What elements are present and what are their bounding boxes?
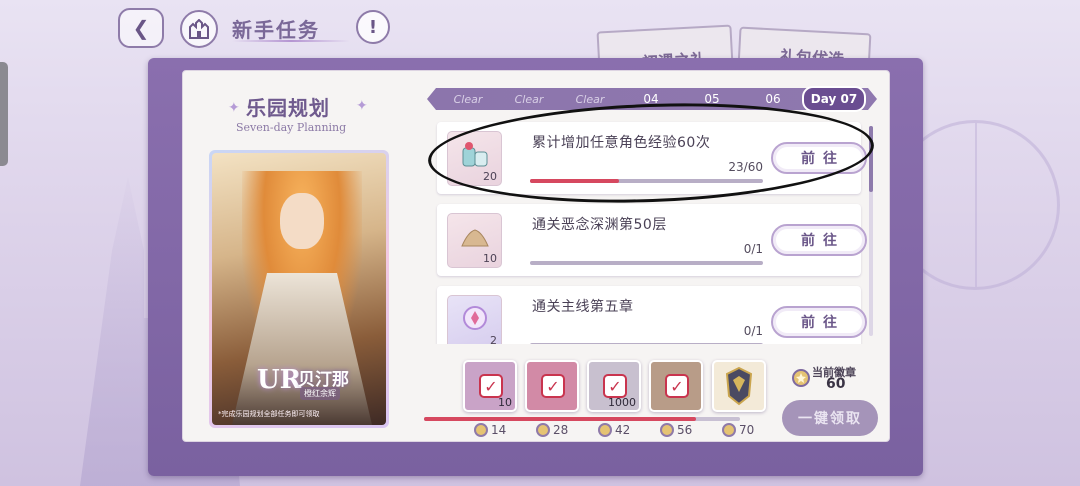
task-scrollbar[interactable] [869, 126, 873, 336]
milestone-marker: 28 [536, 423, 568, 437]
task-progress-count: 0/1 [743, 324, 763, 338]
exp-potion-icon [462, 142, 488, 167]
ticket-icon: ✓ [479, 374, 503, 398]
task-progress-count: 0/1 [743, 242, 763, 256]
go-button[interactable]: 前往 [771, 142, 867, 174]
tab-day-03[interactable]: Clear [560, 88, 620, 110]
task-reward-item[interactable]: 2 [447, 295, 502, 344]
reward-quantity: 20 [483, 170, 497, 183]
task-description: 通关主线第五章 [532, 299, 634, 315]
medal-icon [792, 369, 810, 387]
medal-icon [536, 423, 550, 437]
current-badge-value: 60 [826, 376, 846, 392]
sand-pile-icon [461, 229, 489, 247]
gift-bag-icon: ✓ [541, 374, 565, 398]
medal-icon [598, 423, 612, 437]
title-underline [232, 40, 350, 42]
milestone-reward-56[interactable]: ✓ [649, 360, 703, 412]
hero-face [280, 193, 324, 249]
armor-icon [725, 366, 753, 406]
plan-title: 乐园规划 [246, 96, 330, 120]
task-description: 通关恶念深渊第50层 [532, 217, 667, 233]
tab-day-04[interactable]: 04 [621, 88, 681, 110]
task-reward-item[interactable]: 20 [447, 131, 502, 186]
milestone-marker: 56 [660, 423, 692, 437]
go-button[interactable]: 前往 [771, 224, 867, 256]
milestone-marker: 42 [598, 423, 630, 437]
task-list[interactable]: 20 累计增加任意角色经验60次 23/60 前往 10 通关恶念深渊第50层 … [427, 116, 877, 344]
sparkle-icon: ✦ [356, 98, 368, 114]
home-button[interactable] [180, 10, 218, 48]
rarity-badge: UR [257, 365, 302, 395]
hero-reward-note: *完成乐园规划全部任务即可领取 [218, 410, 320, 418]
hero-epithet: 橙红余辉 [300, 387, 340, 400]
medal-icon [722, 423, 736, 437]
task-progress-count: 23/60 [728, 160, 763, 174]
castle-home-icon [189, 19, 209, 39]
milestone-reward-42[interactable]: ✓ 1000 [587, 360, 641, 412]
reward-quantity: 10 [498, 396, 512, 409]
medal-icon [660, 423, 674, 437]
reward-quantity: 10 [483, 252, 497, 265]
task-row: 20 累计增加任意角色经验60次 23/60 前往 [437, 122, 867, 194]
milestone-marker: 14 [474, 423, 506, 437]
milestone-reward-70[interactable] [712, 360, 766, 412]
tab-day-01[interactable]: Clear [438, 88, 498, 110]
back-arrow-icon: ❮ [132, 16, 150, 40]
task-reward-item[interactable]: 10 [447, 213, 502, 268]
info-button[interactable]: ! [356, 10, 390, 44]
page-title: 新手任务 [232, 18, 320, 42]
card-stack-icon: ✓ [665, 374, 689, 398]
milestone-progress-fill [424, 417, 696, 421]
task-progress-bar [530, 343, 763, 344]
reward-quantity: 2 [490, 334, 497, 344]
tab-day-07[interactable]: Day 07 [802, 86, 866, 112]
tab-day-06[interactable]: 06 [743, 88, 803, 110]
milestone-marker: 70 [722, 423, 754, 437]
claim-all-button[interactable]: 一键领取 [782, 400, 878, 436]
side-drawer-handle[interactable] [0, 62, 8, 166]
task-progress-bar [530, 179, 763, 183]
task-row: 10 通关恶念深渊第50层 0/1 前往 [437, 204, 867, 276]
milestone-progress-bar [424, 417, 740, 421]
scrollbar-thumb[interactable] [869, 126, 873, 192]
sparkle-icon: ✦ [228, 100, 240, 116]
task-row: 2 通关主线第五章 0/1 前往 [437, 286, 867, 344]
tab-day-05[interactable]: 05 [682, 88, 742, 110]
task-progress-fill [530, 179, 620, 183]
tab-day-02[interactable]: Clear [499, 88, 559, 110]
gem-icon: ✓ [603, 374, 627, 398]
medal-icon [474, 423, 488, 437]
reward-quantity: 1000 [608, 396, 636, 409]
crystal-ball-icon [463, 306, 487, 330]
task-progress-bar [530, 261, 763, 265]
go-button[interactable]: 前往 [771, 306, 867, 338]
milestone-reward-28[interactable]: ✓ [525, 360, 579, 412]
milestone-reward-14[interactable]: ✓ 10 [463, 360, 517, 412]
back-button[interactable]: ❮ [118, 8, 164, 48]
plan-subtitle: Seven-day Planning [236, 121, 347, 134]
info-icon: ! [368, 16, 378, 38]
hero-reward-card[interactable]: UR 贝汀那 橙红余辉 *完成乐园规划全部任务即可领取 [209, 150, 389, 428]
task-description: 累计增加任意角色经验60次 [532, 135, 711, 151]
hero-portrait: UR 贝汀那 橙红余辉 *完成乐园规划全部任务即可领取 [212, 153, 386, 425]
